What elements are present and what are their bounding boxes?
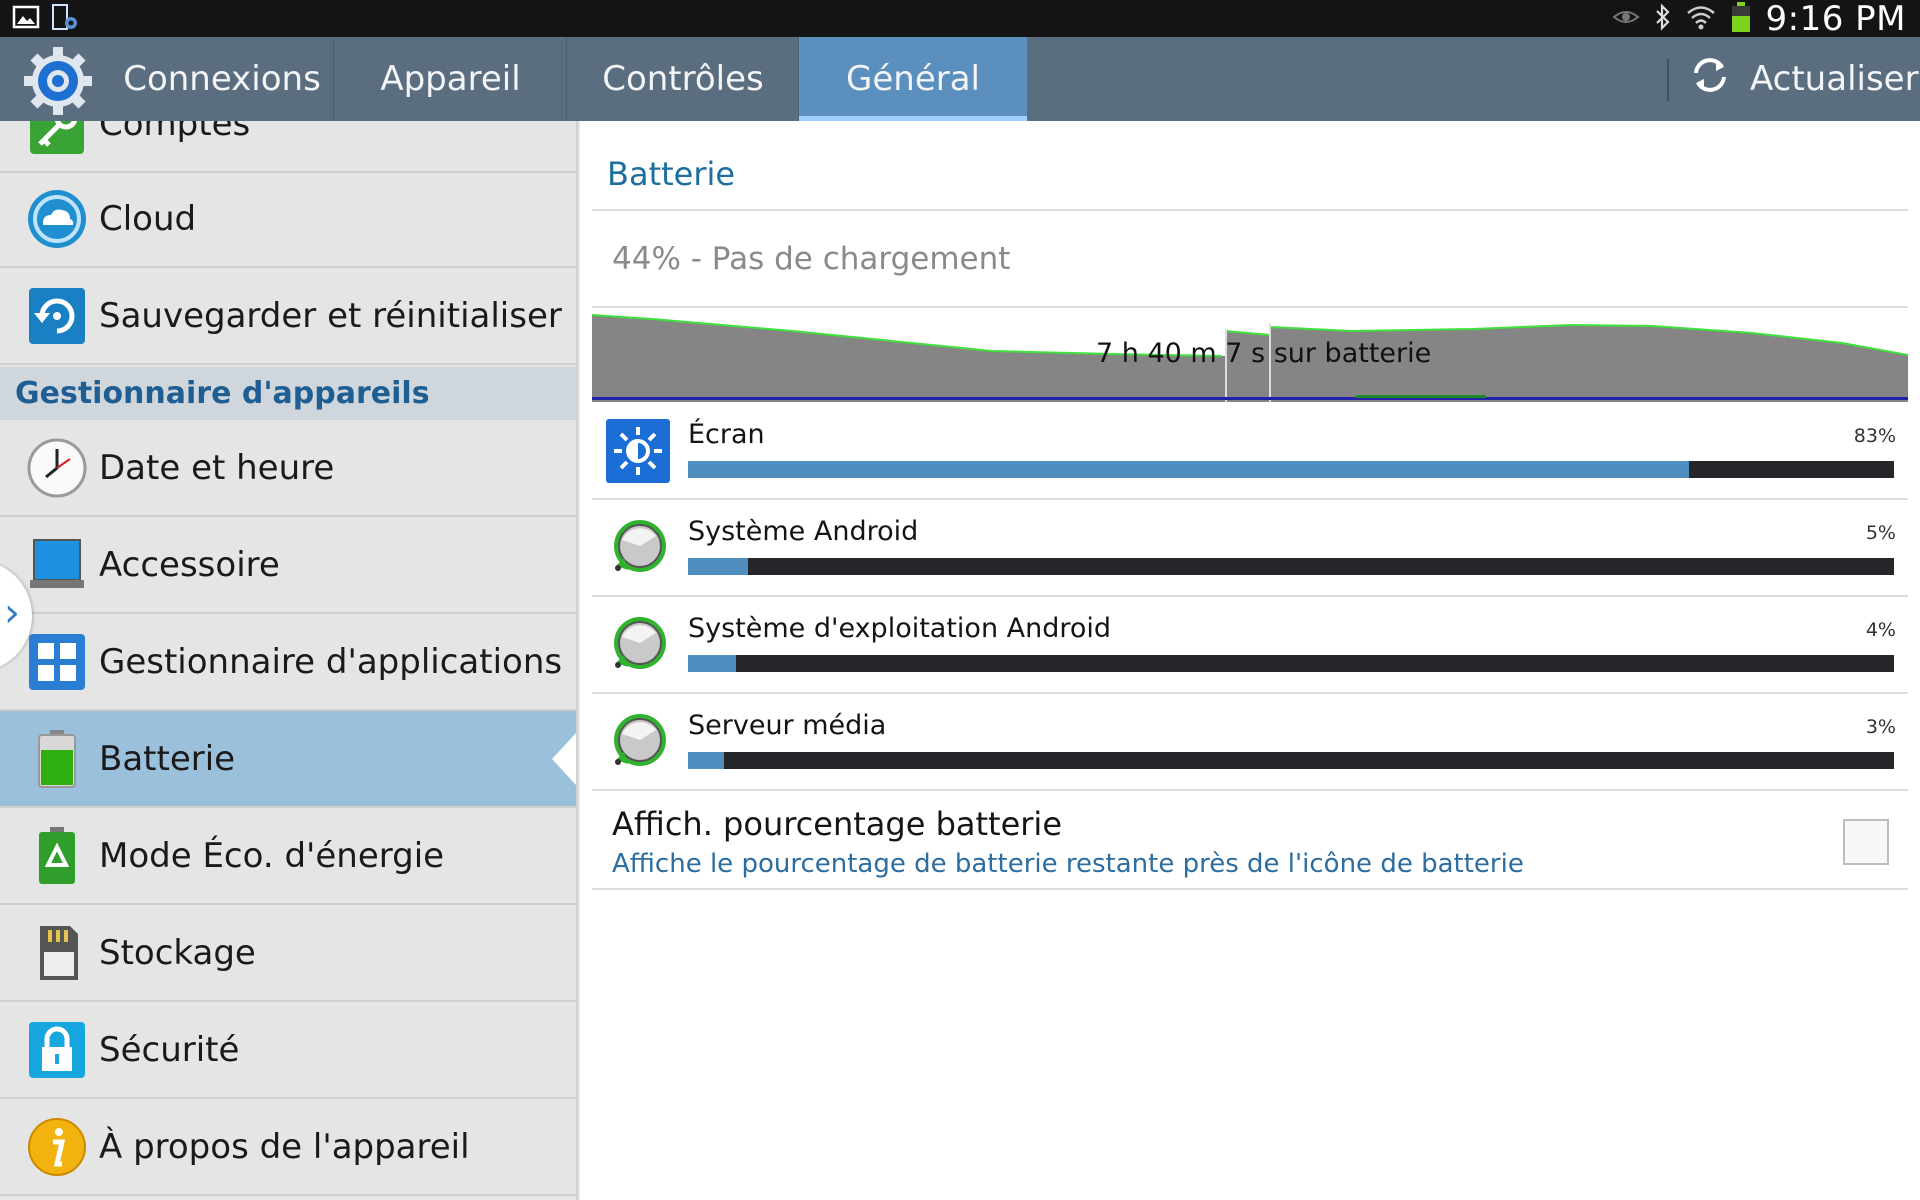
show-battery-percentage-setting[interactable]: Affich. pourcentage batterie Affiche le …	[592, 793, 1908, 890]
page-title: Batterie	[607, 155, 736, 193]
sidebar-item-label: Comptes	[99, 121, 251, 144]
backup-reset-icon	[26, 285, 88, 347]
usage-bar-fill	[688, 461, 1689, 478]
usage-bar-fill	[688, 558, 748, 575]
refresh-button[interactable]: Actualiser	[1688, 37, 1919, 121]
usage-row-systeme-android[interactable]: Système Android 5%	[592, 500, 1908, 597]
bluetooth-icon	[1654, 2, 1672, 35]
usage-percent: 3%	[1865, 716, 1896, 738]
section-header-device-manager: Gestionnaire d'appareils	[0, 367, 576, 420]
sidebar-item-backup-reset[interactable]: Sauvegarder et réinitialiser	[0, 268, 576, 365]
sidebar-item-battery[interactable]: Batterie	[0, 711, 576, 808]
usage-row-ecran[interactable]: Écran 83%	[592, 403, 1908, 500]
sidebar-item-label: Batterie	[99, 738, 236, 779]
divider	[592, 209, 1908, 211]
chevron-right-icon: ›	[4, 590, 20, 636]
accessory-icon	[26, 534, 88, 596]
sidebar-item-comptes[interactable]: Comptes	[0, 121, 576, 173]
usage-bar	[688, 752, 1894, 769]
usage-bar-fill	[688, 655, 736, 672]
sidebar-item-label: Date et heure	[99, 447, 335, 488]
tab-controles[interactable]: Contrôles	[567, 37, 799, 121]
sd-card-icon	[26, 922, 88, 984]
battery-history-graph[interactable]: 7 h 40 m 7 s sur batterie	[591, 309, 1909, 405]
usage-percent: 4%	[1865, 619, 1896, 641]
sidebar-item-app-manager[interactable]: Gestionnaire d'applications	[0, 614, 576, 711]
usage-percent: 83%	[1853, 425, 1896, 447]
usage-row-android-os[interactable]: Système d'exploitation Android 4%	[592, 597, 1908, 694]
android-os-icon	[606, 613, 670, 677]
power-saving-icon	[26, 825, 88, 887]
setting-description: Affiche le pourcentage de batterie resta…	[612, 849, 1524, 879]
sidebar-item-label: Sécurité	[99, 1029, 240, 1070]
sidebar-item-storage[interactable]: Stockage	[0, 905, 576, 1002]
tab-appareil[interactable]: Appareil	[334, 37, 567, 121]
sidebar-item-accessory[interactable]: Accessoire	[0, 517, 576, 614]
sidebar-item-label: Gestionnaire d'applications	[99, 641, 563, 682]
usage-bar	[688, 655, 1894, 672]
graph-duration-label: 7 h 40 m 7 s sur batterie	[1096, 338, 1432, 369]
sidebar-item-cloud[interactable]: Cloud	[0, 171, 576, 268]
battery-icon	[1730, 1, 1752, 37]
info-icon	[26, 1116, 88, 1178]
sidebar-item-label: Accessoire	[99, 544, 280, 585]
usage-name: Serveur média	[688, 710, 887, 741]
apps-grid-icon	[26, 631, 88, 693]
battery-status: 44% - Pas de chargement	[612, 241, 1011, 277]
sidebar-item-label: Sauvegarder et réinitialiser	[99, 295, 562, 336]
tab-bar: Connexions Appareil Contrôles Général Ac…	[0, 37, 1920, 121]
clock-icon	[26, 437, 88, 499]
usage-name: Système Android	[688, 516, 919, 547]
key-icon	[26, 121, 88, 158]
setting-title: Affich. pourcentage batterie	[612, 805, 1062, 843]
settings-notification-icon	[50, 3, 80, 37]
sidebar-item-power-saving[interactable]: Mode Éco. d'énergie	[0, 808, 576, 905]
sidebar-item-security[interactable]: Sécurité	[0, 1002, 576, 1099]
status-bar: 9:16 PM	[0, 0, 1920, 39]
wifi-icon	[1686, 4, 1716, 34]
tab-general[interactable]: Général	[799, 37, 1027, 121]
media-server-icon	[606, 710, 670, 774]
battery-panel: Batterie 44% - Pas de chargement 7 h 40 …	[580, 121, 1920, 1200]
sidebar-item-label: Stockage	[99, 932, 256, 973]
battery-icon	[26, 728, 88, 790]
clock-time: 9:16 PM	[1765, 0, 1906, 39]
usage-name: Écran	[688, 419, 765, 450]
divider	[592, 306, 1908, 308]
usage-bar-fill	[688, 752, 724, 769]
eye-icon	[1611, 7, 1640, 31]
tab-connexions[interactable]: Connexions	[110, 37, 334, 121]
sidebar-item-about[interactable]: À propos de l'appareil	[0, 1099, 576, 1196]
refresh-icon	[1688, 53, 1732, 106]
android-system-icon	[606, 516, 670, 580]
show-percentage-checkbox[interactable]	[1843, 819, 1889, 865]
gallery-icon	[12, 3, 40, 37]
usage-percent: 5%	[1865, 522, 1896, 544]
usage-bar	[688, 461, 1894, 478]
settings-gear-icon	[22, 45, 94, 117]
usage-bar	[688, 558, 1894, 575]
display-brightness-icon	[606, 419, 670, 483]
sidebar[interactable]: Comptes Cloud Sauvegarder et réinitialis…	[0, 121, 576, 1200]
selection-pointer	[552, 733, 576, 785]
sidebar-item-date-time[interactable]: Date et heure	[0, 420, 576, 517]
tab-divider	[1667, 59, 1669, 101]
sidebar-item-label: À propos de l'appareil	[99, 1126, 470, 1167]
sidebar-item-label: Cloud	[99, 198, 197, 239]
lock-icon	[26, 1019, 88, 1081]
cloud-icon	[26, 188, 88, 250]
sidebar-item-label: Mode Éco. d'énergie	[99, 835, 445, 876]
usage-name: Système d'exploitation Android	[688, 613, 1112, 644]
usage-row-serveur-media[interactable]: Serveur média 3%	[592, 694, 1908, 791]
